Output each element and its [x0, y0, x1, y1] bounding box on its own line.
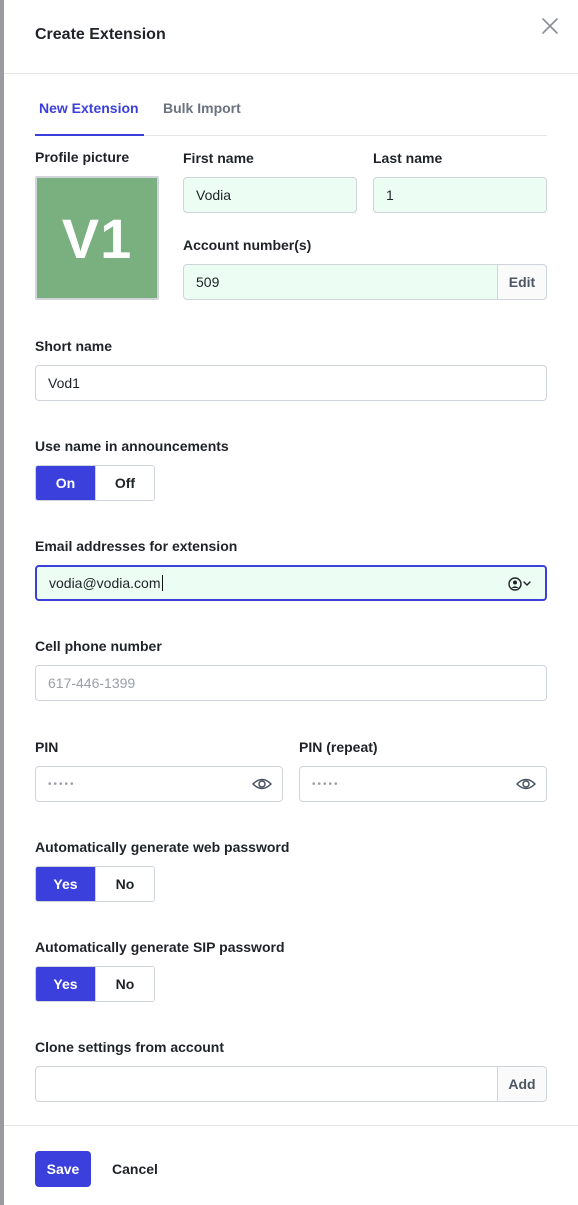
- account-number-input[interactable]: 509 Edit: [183, 264, 547, 300]
- account-number-label: Account number(s): [183, 237, 312, 253]
- first-name-input[interactable]: Vodia: [183, 177, 357, 213]
- use-name-label: Use name in announcements: [35, 438, 229, 454]
- short-name-label: Short name: [35, 338, 113, 354]
- use-name-toggle: On Off: [35, 465, 155, 501]
- add-clone-button[interactable]: Add: [497, 1067, 546, 1101]
- create-extension-dialog: Create Extension New Extension Bulk Impo…: [4, 0, 578, 1205]
- sip-password-yes-button[interactable]: Yes: [36, 967, 95, 1001]
- text-cursor: [161, 575, 163, 591]
- footer-divider: [4, 1125, 578, 1126]
- first-name-label: First name: [183, 150, 254, 166]
- web-password-yes-button[interactable]: Yes: [36, 867, 95, 901]
- profile-avatar[interactable]: V1: [35, 176, 159, 300]
- email-input[interactable]: vodia@vodia.com: [35, 565, 547, 601]
- clone-settings-label: Clone settings from account: [35, 1039, 225, 1055]
- sip-password-label: Automatically generate SIP password: [35, 939, 285, 955]
- close-icon[interactable]: [540, 16, 560, 36]
- save-button[interactable]: Save: [35, 1151, 91, 1187]
- web-password-no-button[interactable]: No: [94, 867, 154, 901]
- contact-dropdown-icon[interactable]: [507, 576, 533, 592]
- last-name-input[interactable]: 1: [373, 177, 547, 213]
- short-name-value: Vod1: [48, 375, 80, 391]
- cell-phone-label: Cell phone number: [35, 638, 162, 654]
- use-name-on-button[interactable]: On: [36, 466, 95, 500]
- pin-repeat-input[interactable]: •••••: [299, 766, 547, 802]
- pin-input[interactable]: •••••: [35, 766, 283, 802]
- email-label: Email addresses for extension: [35, 538, 238, 554]
- account-number-value: 509: [196, 274, 220, 290]
- cancel-button[interactable]: Cancel: [108, 1151, 162, 1187]
- first-name-value: Vodia: [196, 187, 232, 203]
- eye-icon[interactable]: [251, 775, 273, 793]
- short-name-input[interactable]: Vod1: [35, 365, 547, 401]
- use-name-off-button[interactable]: Off: [94, 466, 154, 500]
- pin-repeat-label: PIN (repeat): [299, 739, 378, 755]
- profile-picture-label: Profile picture: [35, 149, 130, 165]
- cell-phone-placeholder: 617-446-1399: [48, 675, 136, 691]
- dialog-header: Create Extension: [4, 0, 578, 74]
- sip-password-no-button[interactable]: No: [94, 967, 154, 1001]
- dialog-title: Create Extension: [35, 26, 166, 43]
- sip-password-toggle: Yes No: [35, 966, 155, 1002]
- eye-icon[interactable]: [515, 775, 537, 793]
- tab-new-extension[interactable]: New Extension: [35, 100, 144, 136]
- last-name-label: Last name: [373, 150, 443, 166]
- avatar-initials: V1: [61, 206, 133, 270]
- email-value: vodia@vodia.com: [49, 575, 161, 591]
- clone-settings-input[interactable]: Add: [35, 1066, 547, 1102]
- pin-repeat-masked-value: •••••: [312, 778, 340, 790]
- last-name-value: 1: [386, 187, 394, 203]
- tab-bulk-import[interactable]: Bulk Import: [163, 100, 241, 116]
- web-password-toggle: Yes No: [35, 866, 155, 902]
- tab-bar: New Extension Bulk Import: [35, 92, 547, 136]
- cell-phone-input[interactable]: 617-446-1399: [35, 665, 547, 701]
- pin-label: PIN: [35, 739, 59, 755]
- pin-masked-value: •••••: [48, 778, 76, 790]
- edit-account-button[interactable]: Edit: [497, 265, 546, 299]
- web-password-label: Automatically generate web password: [35, 839, 290, 855]
